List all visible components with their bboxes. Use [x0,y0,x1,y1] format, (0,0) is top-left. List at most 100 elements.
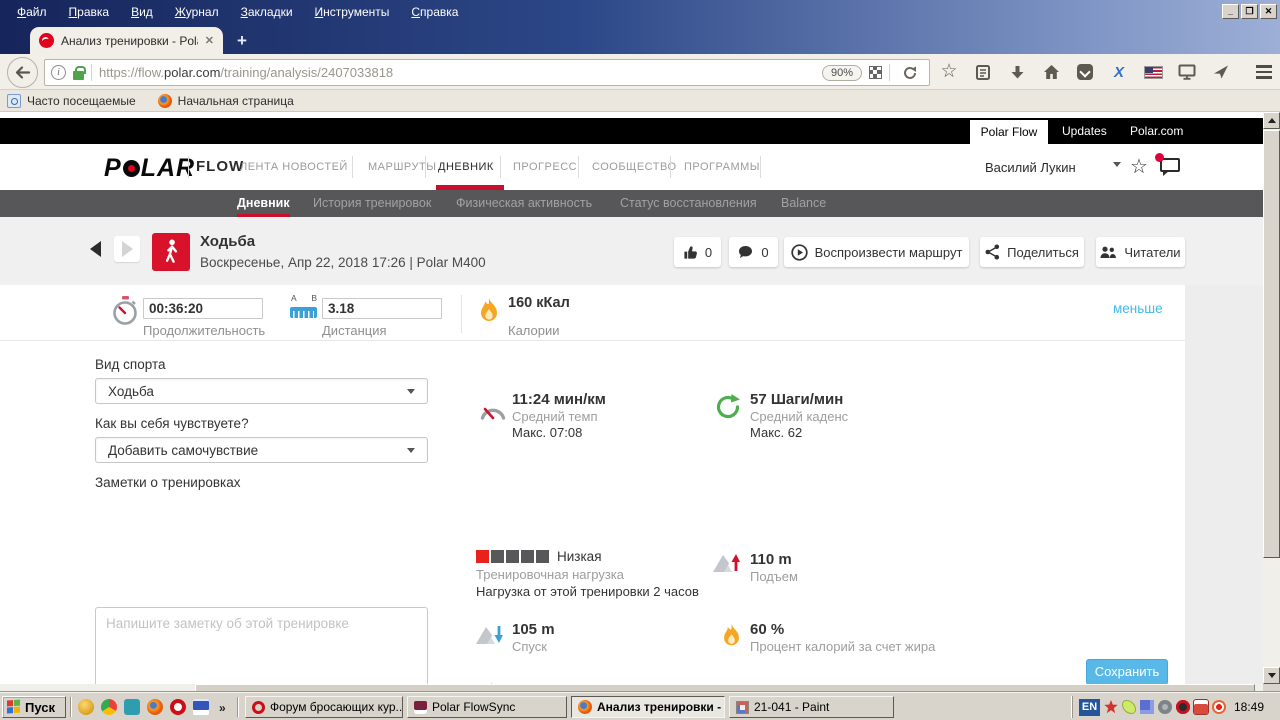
load-label: Тренировочная нагрузка [476,567,624,582]
nav-progress[interactable]: ПРОГРЕСС [513,161,577,173]
scroll-down-button[interactable] [1263,667,1280,684]
like-button[interactable]: 0 [674,237,721,267]
menu-file[interactable]: Файл [6,2,58,22]
save-button[interactable]: Сохранить [1086,659,1168,684]
nav-routes[interactable]: МАРШРУТЫ [368,161,436,173]
window-close-button[interactable]: ✕ [1260,4,1277,19]
descent-label: Спуск [512,639,547,654]
menu-help[interactable]: Справка [400,2,469,22]
start-button[interactable]: Пуск [2,696,66,718]
task-polar-flowsync[interactable]: Polar FlowSync [407,696,567,718]
subnav-history[interactable]: История тренировок [313,190,431,217]
favorites-star-icon[interactable]: ☆ [1130,154,1148,179]
language-indicator[interactable]: EN [1079,699,1100,716]
quicklaunch-chrome-icon[interactable] [101,699,117,715]
new-tab-button[interactable]: + [237,32,247,49]
tab-close-icon[interactable]: ✕ [205,34,214,47]
followers-button[interactable]: Читатели [1096,237,1185,267]
feeling-select[interactable]: Добавить самочувствие [95,437,428,463]
sport-type-select[interactable]: Ходьба [95,378,428,404]
subnav-diary[interactable]: Дневник [237,190,290,217]
stopwatch-icon [110,295,140,332]
share-button[interactable]: Поделиться [980,237,1084,267]
user-menu-caret-icon[interactable] [1113,162,1121,167]
distance-input[interactable] [322,298,442,319]
menu-view[interactable]: Вид [120,2,164,22]
window-restore-button[interactable]: ❐ [1241,4,1258,19]
bookmark-star-icon[interactable]: ☆ [936,59,962,85]
quicklaunch-opera-icon[interactable] [170,699,186,715]
menu-bookmarks[interactable]: Закладки [230,2,304,22]
menu-hamburger-icon[interactable] [1256,65,1272,79]
tray-antivirus-icon[interactable] [1104,700,1118,714]
notes-textarea[interactable] [95,607,428,684]
show-less-link[interactable]: меньше [1113,301,1163,316]
horizontal-scrollbar[interactable] [0,684,1263,692]
task-firefox-analysis[interactable]: Анализ тренировки - ... [571,696,725,718]
subnav-recovery[interactable]: Статус восстановления [620,190,757,217]
tray-mail-icon[interactable] [1194,700,1208,714]
duration-input[interactable] [143,298,263,319]
prev-session-button[interactable] [82,236,108,262]
tray-puzzle-icon[interactable] [1140,700,1154,714]
quicklaunch-firefox-icon[interactable] [147,699,163,715]
topbar-polar-flow[interactable]: Polar Flow [970,120,1048,144]
comments-button[interactable]: 0 [729,237,778,267]
quicklaunch-app-icon[interactable] [124,699,140,715]
reload-icon[interactable] [897,60,923,86]
pocket-icon[interactable] [1072,59,1098,85]
tray-target-icon[interactable] [1212,700,1226,714]
screen: Файл Правка Вид Журнал Закладки Инструме… [0,0,1280,720]
next-session-button[interactable] [114,236,140,262]
nav-diary[interactable]: ДНЕВНИК [438,161,494,173]
back-button[interactable] [7,57,38,88]
url-text[interactable]: https://flow.polar.com/training/analysis… [99,65,815,80]
topbar-updates[interactable]: Updates [1062,118,1107,144]
polar-logo[interactable]: PLAR [104,154,195,183]
avatar[interactable] [1076,151,1106,181]
grid-icon[interactable] [869,66,882,79]
task-opera-forum[interactable]: Форум бросающих кур... [245,696,403,718]
zoom-level-badge[interactable]: 90% [822,65,862,81]
tray-opera-icon[interactable] [1176,700,1190,714]
task-paint[interactable]: 21-041 - Paint [729,696,894,718]
nav-feed[interactable]: ЛЕНТА НОВОСТЕЙ [240,161,348,173]
send-tab-icon[interactable] [1208,59,1234,85]
downloads-icon[interactable] [1004,59,1030,85]
quicklaunch-aimp-icon[interactable] [78,699,94,715]
calories-flame-icon [479,297,499,330]
menu-tools[interactable]: Инструменты [304,2,401,22]
scroll-up-button[interactable] [1263,112,1280,129]
menu-edit[interactable]: Правка [58,2,121,22]
quicklaunch-overflow[interactable]: » [219,701,226,715]
quicklaunch-floppy-icon[interactable] [193,699,209,715]
replay-route-button[interactable]: Воспроизвести маршрут [784,237,969,267]
address-bar[interactable]: i https://flow.polar.com/training/analys… [44,59,930,86]
tray-webcam-icon[interactable] [1158,700,1172,714]
browser-tab[interactable]: Анализ тренировки - Polar F... ✕ [30,27,223,54]
user-name[interactable]: Василий Лукин [985,160,1076,175]
nav-programs[interactable]: ПРОГРАММЫ [684,161,760,173]
topbar-polar-com[interactable]: Polar.com [1130,118,1183,144]
nav-community[interactable]: СООБЩЕСТВО [592,161,677,173]
tray-leaf-icon[interactable] [1122,700,1136,714]
people-icon [1100,246,1117,259]
ascent-mountain-icon [712,551,740,578]
bookmark-most-visited[interactable]: Часто посещаемые [7,94,150,108]
subnav-activity[interactable]: Физическая активность [456,190,592,217]
page-info-icon[interactable]: i [51,65,66,80]
subnav-balance[interactable]: Balance [781,190,826,217]
menu-history[interactable]: Журнал [164,2,230,22]
bookmark-home-page[interactable]: Начальная страница [158,94,308,108]
vertical-scrollbar[interactable] [1263,112,1280,684]
home-icon[interactable] [1038,59,1064,85]
x-extension-icon[interactable]: X [1106,59,1132,85]
browser-titlebar: Файл Правка Вид Журнал Закладки Инструме… [0,0,1280,54]
horizontal-scroll-thumb[interactable] [195,684,1255,692]
scroll-thumb[interactable] [1263,130,1280,558]
window-minimize-button[interactable]: _ [1222,4,1239,19]
library-icon[interactable] [970,59,996,85]
us-flag-icon[interactable] [1140,59,1166,85]
summary-band: Продолжительность AB Дистанция 160 кКал … [0,285,1185,341]
display-icon[interactable] [1174,59,1200,85]
